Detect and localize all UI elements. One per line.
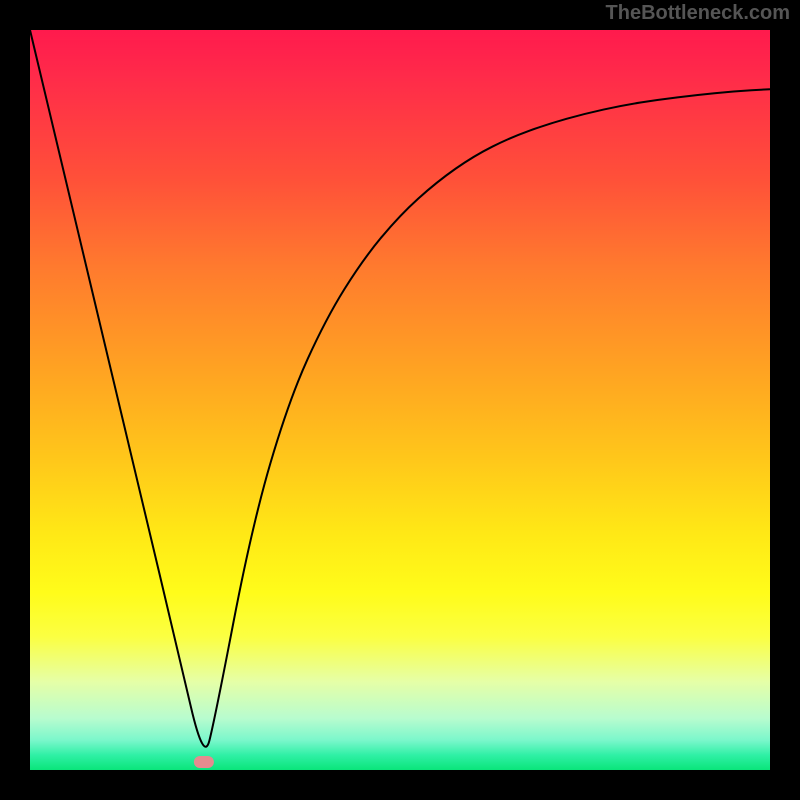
optimal-point-marker: [194, 756, 214, 768]
chart-svg: [30, 30, 770, 770]
attribution-text: TheBottleneck.com: [606, 2, 790, 25]
bottleneck-curve: [30, 30, 770, 747]
chart-container: TheBottleneck.com: [0, 0, 800, 800]
plot-area: [30, 30, 770, 770]
